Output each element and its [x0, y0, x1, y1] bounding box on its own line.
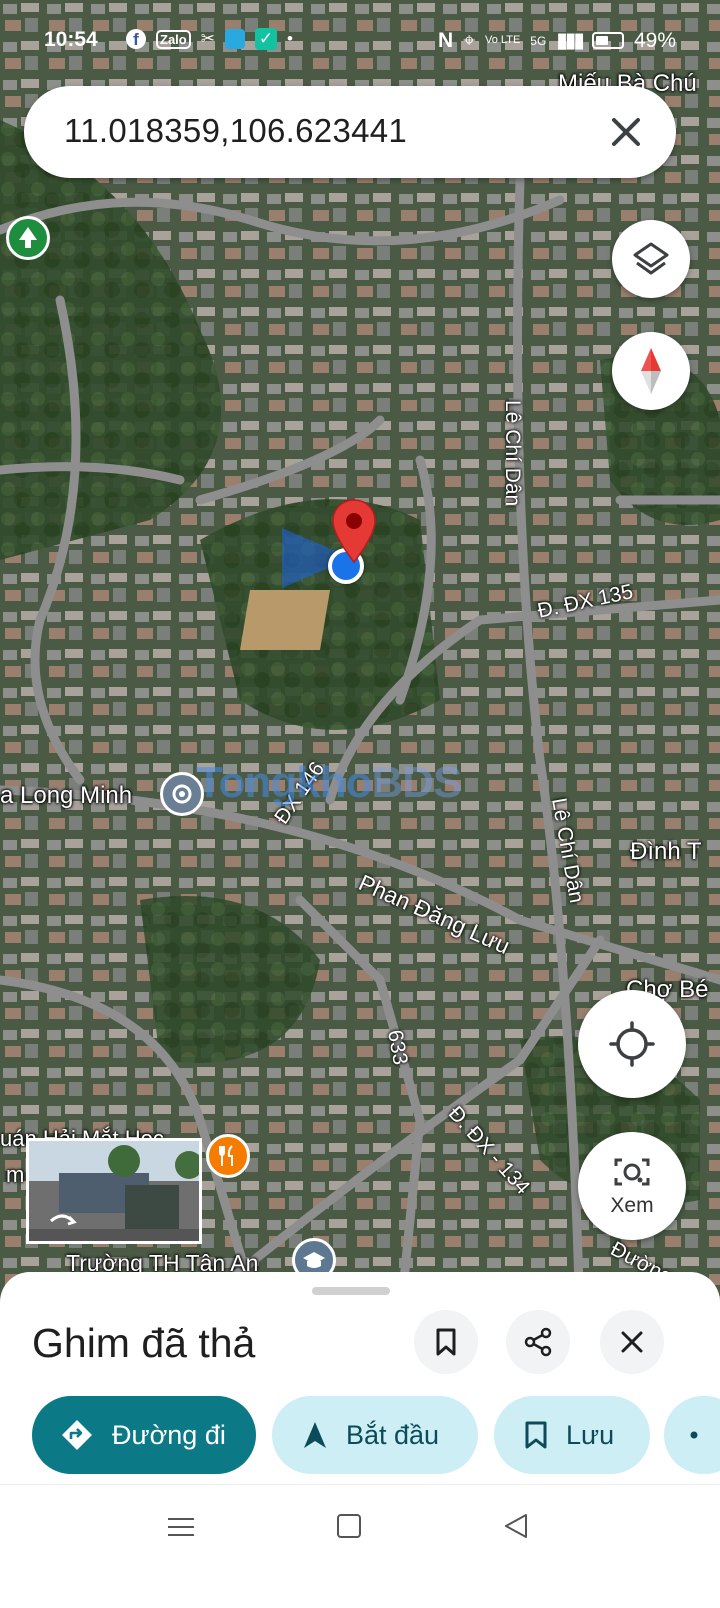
- directions-button[interactable]: Đường đi: [32, 1396, 256, 1474]
- camera-lens-icon: [614, 1158, 650, 1186]
- bookmark-icon: [525, 1421, 547, 1449]
- map-label-long-minh[interactable]: a Long Minh: [0, 782, 132, 810]
- share-button[interactable]: [506, 1310, 570, 1374]
- sheet-drag-handle[interactable]: [312, 1287, 390, 1295]
- dropped-pin-icon[interactable]: [330, 498, 378, 566]
- start-label: Bắt đầu: [346, 1419, 440, 1450]
- home-icon[interactable]: [337, 1514, 361, 1538]
- status-bar: 10:54 f Zalo ✂ ✓ • N ⌖ Vo LTE 5G ▮▮▮ 49%: [0, 22, 720, 62]
- nfc-icon: N: [438, 28, 454, 52]
- battery-level: 49%: [633, 28, 676, 52]
- save-button[interactable]: Lưu: [494, 1396, 650, 1474]
- compass-icon: [641, 348, 661, 394]
- capcut-icon: ✂: [200, 29, 215, 48]
- back-icon[interactable]: [505, 1514, 527, 1538]
- directions-label: Đường đi: [112, 1419, 226, 1450]
- start-button[interactable]: Bắt đầu: [272, 1396, 478, 1474]
- signal-bars-icon: ▮▮▮: [556, 29, 585, 52]
- compass-button[interactable]: [612, 332, 690, 410]
- share-chip-button[interactable]: [664, 1396, 720, 1474]
- sheet-title: Ghim đã thả: [32, 1320, 256, 1366]
- lens-label: Xem: [610, 1194, 654, 1217]
- signal-5g-label: 5G: [530, 33, 547, 48]
- close-icon: [621, 1331, 643, 1353]
- map-label-quan-sub: m: [6, 1162, 25, 1187]
- bookmark-button[interactable]: [414, 1310, 478, 1374]
- close-sheet-button[interactable]: [600, 1310, 664, 1374]
- satellite-imagery: [0, 0, 720, 1320]
- search-bar[interactable]: 11.018359,106.623441: [24, 86, 676, 178]
- navigation-arrow-icon: [304, 1422, 326, 1448]
- location-status-icon: ⌖: [463, 28, 476, 52]
- my-location-button[interactable]: [578, 990, 686, 1098]
- layers-icon: [633, 242, 669, 275]
- messenger-icon: ✓: [254, 28, 277, 50]
- park-poi-icon[interactable]: [6, 216, 50, 260]
- recents-icon[interactable]: [168, 1518, 194, 1536]
- share-icon: [524, 1327, 552, 1357]
- bookmark-icon: [436, 1328, 456, 1356]
- map-label-dinh[interactable]: Đình T: [630, 838, 702, 866]
- close-icon: [612, 118, 640, 146]
- save-label: Lưu: [566, 1419, 615, 1450]
- status-time: 10:54: [44, 28, 98, 51]
- more-dot-icon: •: [286, 29, 293, 48]
- directions-icon: [62, 1420, 92, 1450]
- watermark: TongkhoBDS: [196, 758, 462, 807]
- search-input[interactable]: 11.018359,106.623441: [64, 112, 407, 150]
- tiktok-icon: [224, 29, 245, 49]
- layers-button[interactable]: [612, 220, 690, 298]
- street-label-le-chi-dan-top: Lê Chí Dân: [501, 400, 524, 507]
- battery-icon: [591, 32, 624, 49]
- map-view[interactable]: Miếu Bà Chú Lê Chí Dân Đ. ĐX 135 a Long …: [0, 0, 720, 1320]
- facebook-icon: f: [126, 29, 146, 49]
- lens-view-button[interactable]: Xem: [578, 1132, 686, 1240]
- share-icon: [690, 1431, 698, 1439]
- system-navigation-bar: [0, 1484, 720, 1608]
- clear-search-button[interactable]: [604, 110, 648, 154]
- crosshair-icon: [609, 1021, 655, 1067]
- volte-label: Vo LTE: [485, 34, 521, 46]
- restaurant-poi-icon[interactable]: [206, 1134, 250, 1178]
- street-view-thumbnail[interactable]: [26, 1138, 202, 1244]
- zalo-icon: Zalo: [156, 29, 191, 49]
- rotate-360-icon: [47, 1209, 77, 1231]
